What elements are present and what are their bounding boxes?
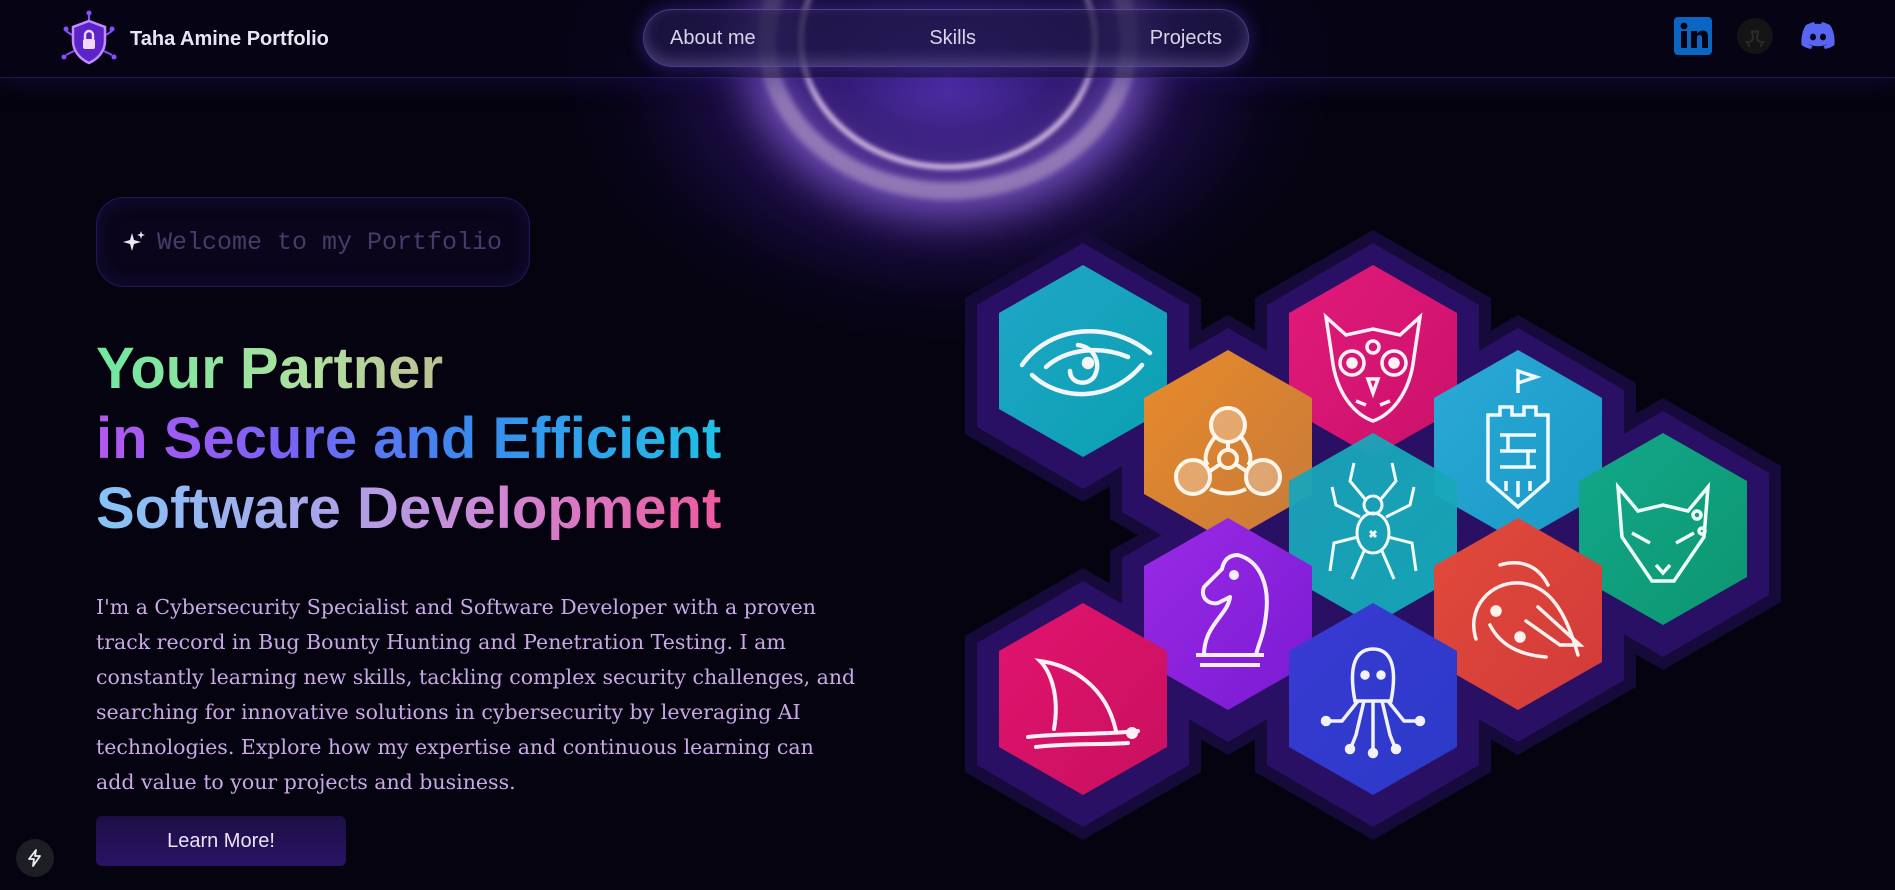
- bolt-icon: [28, 849, 41, 867]
- learn-more-button[interactable]: Learn More!: [96, 816, 346, 866]
- discord-link[interactable]: [1798, 17, 1838, 60]
- linkedin-link[interactable]: [1674, 17, 1712, 60]
- github-icon: [1737, 18, 1773, 54]
- github-link[interactable]: [1736, 17, 1774, 60]
- nav-skills[interactable]: Skills: [929, 27, 976, 50]
- bolt-badge[interactable]: [16, 839, 54, 877]
- skills-hex-grid: [965, 230, 1781, 840]
- shield-lock-circuit-icon: [61, 10, 117, 65]
- nav-about-me[interactable]: About me: [670, 27, 756, 50]
- top-navbar: Taha Amine Portfolio About me Skills Pro…: [0, 0, 1895, 78]
- hero-title-line-3: Software Development: [96, 474, 721, 544]
- hero-title: Your Partner in Secure and Efficient Sof…: [96, 334, 721, 544]
- sparkles-icon: [123, 231, 145, 251]
- hero-description: I'm a Cybersecurity Specialist and Softw…: [96, 595, 856, 794]
- welcome-badge: Welcome to my Portfolio: [96, 197, 530, 287]
- linkedin-icon: [1674, 17, 1712, 55]
- nav-projects[interactable]: Projects: [1150, 27, 1222, 50]
- brand-title: Taha Amine Portfolio: [130, 27, 329, 50]
- welcome-text: Welcome to my Portfolio: [157, 227, 503, 257]
- brand[interactable]: Taha Amine Portfolio: [58, 9, 329, 69]
- hero-title-line-2: in Secure and Efficient: [96, 404, 721, 474]
- discord-icon: [1801, 22, 1835, 49]
- hero-title-line-1: Your Partner: [96, 334, 721, 404]
- main-nav: About me Skills Projects: [643, 9, 1249, 67]
